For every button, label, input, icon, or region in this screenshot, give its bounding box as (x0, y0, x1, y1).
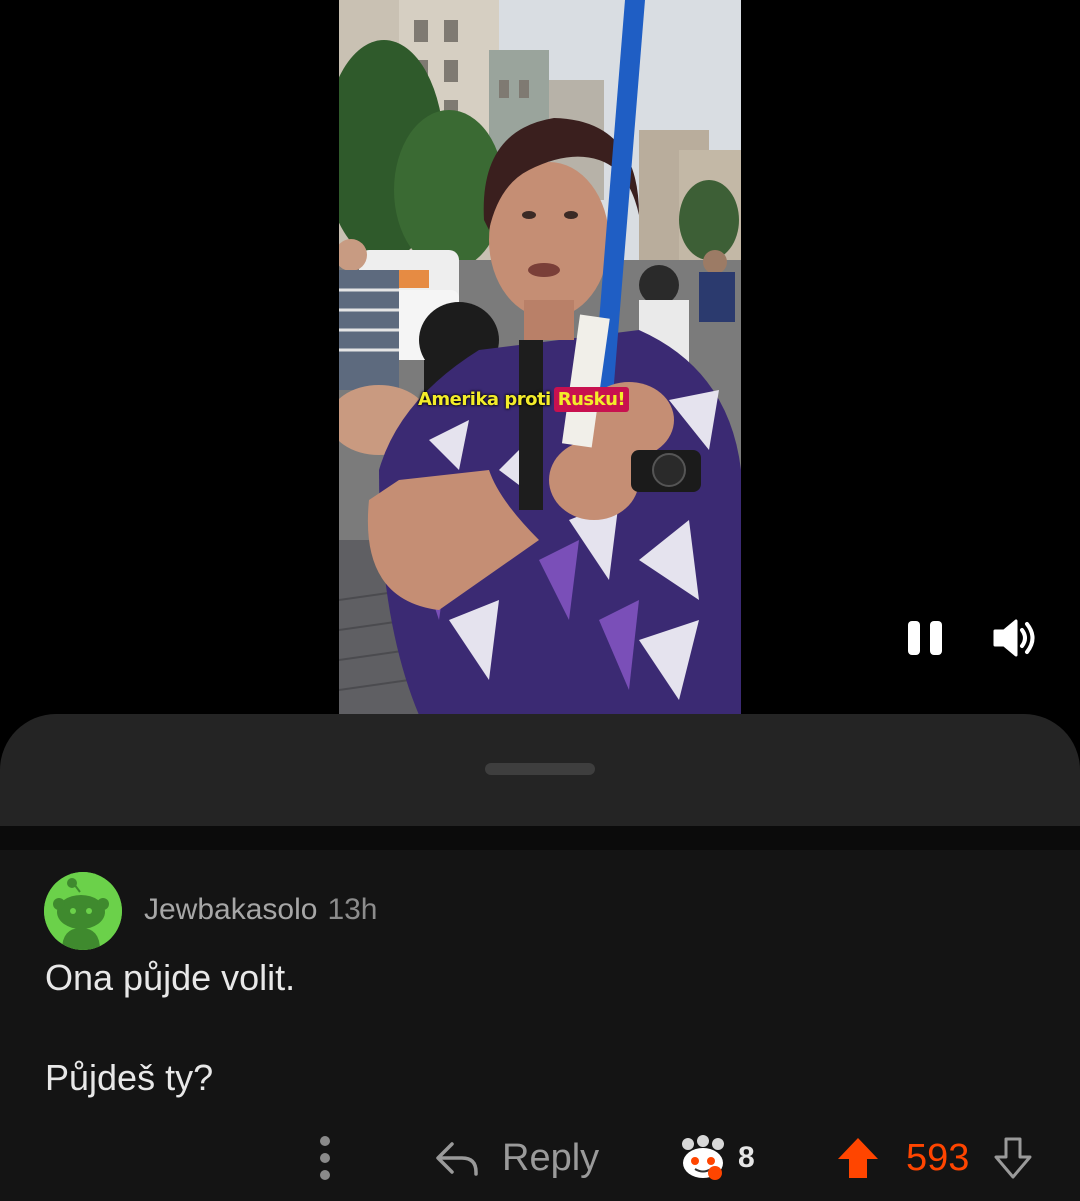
video-player[interactable]: Amerika proti Rusku! (0, 0, 1080, 715)
reply-label: Reply (502, 1136, 600, 1179)
volume-button[interactable] (992, 617, 1038, 659)
comment-paragraph: Ona půjde volit. (45, 957, 296, 998)
sheet-divider (0, 826, 1080, 850)
video-controls (900, 615, 1045, 663)
volume-icon (993, 619, 1035, 657)
pause-button[interactable] (908, 621, 944, 655)
app-screen: Amerika proti Rusku! Jewbakasolo 13h Ona… (0, 0, 1080, 1201)
reply-button[interactable]: Reply (434, 1134, 599, 1182)
video-still-image (339, 0, 741, 715)
comment-timestamp: 13h (327, 893, 378, 926)
vote-score: 593 (906, 1136, 970, 1179)
snoo-avatar-icon (44, 872, 122, 950)
upvote-button[interactable] (836, 1135, 880, 1181)
comment-body: Ona půjde volit. Půjdeš ty? (45, 956, 1035, 1100)
sheet-drag-handle[interactable] (485, 763, 595, 775)
award-button[interactable]: 8 (678, 1134, 755, 1182)
comment-action-bar: Reply 8 593 (0, 1130, 1080, 1186)
video-frame[interactable] (339, 0, 741, 715)
award-count: 8 (738, 1141, 755, 1174)
comment: Jewbakasolo 13h Ona půjde volit. Půjdeš t… (0, 850, 1080, 1201)
downvote-arrow-icon (994, 1137, 1032, 1179)
caption-text: Amerika proti (418, 388, 551, 410)
pause-icon (908, 621, 920, 655)
video-caption: Amerika proti Rusku! (418, 384, 630, 414)
user-avatar[interactable] (44, 872, 122, 950)
username-link[interactable]: Jewbakasolo (144, 893, 317, 926)
more-vertical-icon (320, 1136, 330, 1146)
comment-paragraph: Půjdeš ty? (45, 1057, 214, 1098)
upvote-arrow-icon (838, 1138, 878, 1178)
comment-meta: Jewbakasolo 13h (144, 892, 378, 928)
comment-sheet-header (0, 714, 1080, 826)
vote-controls: 593 (836, 1132, 1035, 1184)
more-options-button[interactable] (305, 1134, 345, 1182)
downvote-button[interactable] (991, 1135, 1035, 1181)
caption-highlight-text: Rusku! (553, 386, 630, 412)
award-icon (682, 1135, 724, 1180)
reply-arrow-icon (436, 1142, 478, 1176)
